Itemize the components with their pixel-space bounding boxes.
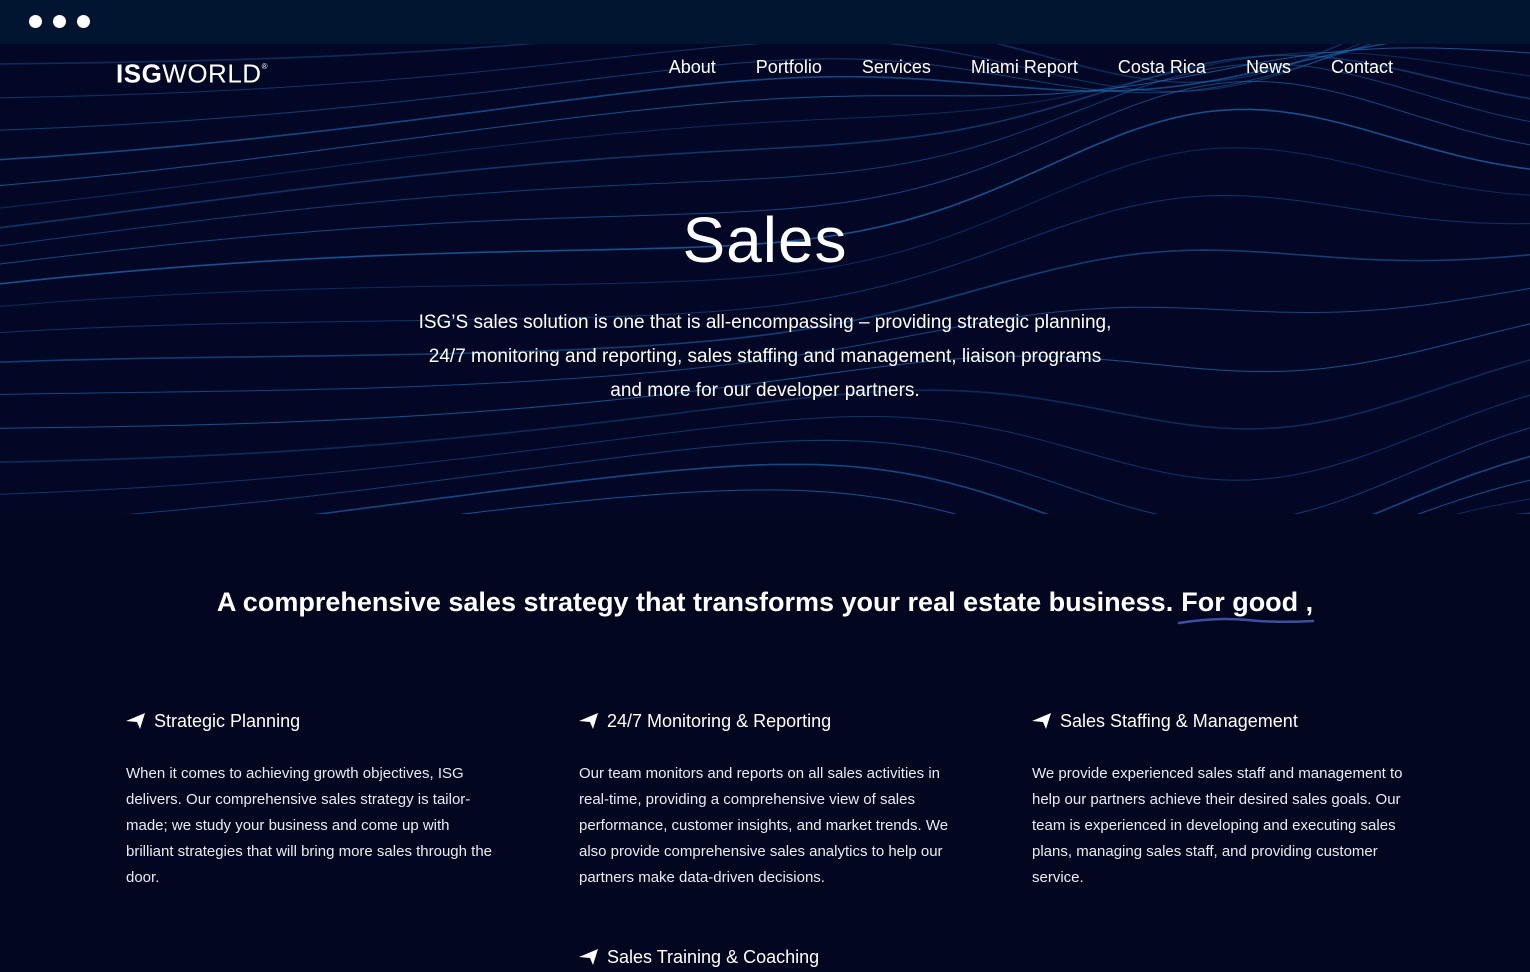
feature-title: Sales Staffing & Management	[1060, 711, 1298, 731]
feature-title: 24/7 Monitoring & Reporting	[607, 711, 832, 731]
arrow-pointer-icon	[126, 713, 145, 729]
feature-title: Strategic Planning	[154, 711, 301, 731]
wave-line	[126, 427, 1530, 514]
site-header: ISGWORLD® About Portfolio Services Miami…	[0, 44, 1530, 104]
arrow-pointer-icon	[1032, 713, 1051, 729]
tagline-text: A comprehensive sales strategy that tran…	[216, 587, 1174, 617]
nav-miami-report[interactable]: Miami Report	[971, 56, 1078, 78]
nav-portfolio[interactable]: Portfolio	[756, 56, 822, 78]
wave-line	[1455, 498, 1530, 514]
feature-heading: Sales Staffing & Management	[1032, 706, 1412, 736]
underline-stroke-icon	[1177, 617, 1315, 625]
arrow-pointer-icon	[579, 713, 598, 729]
nav-services[interactable]: Services	[862, 56, 931, 78]
main-nav: About Portfolio Services Miami Report Co…	[669, 56, 1393, 78]
wave-line	[0, 394, 1530, 495]
feature-description: We provide experienced sales staff and m…	[1032, 765, 1403, 886]
nav-news[interactable]: News	[1246, 56, 1291, 78]
window-dot-icon[interactable]	[77, 15, 90, 28]
feature-heading: 24/7 Monitoring & Reporting	[579, 706, 959, 736]
feature-strategic-planning: Strategic Planning When it comes to achi…	[126, 706, 506, 891]
feature-description: Our team monitors and reports on all sal…	[579, 765, 949, 886]
section-tagline: A comprehensive sales strategy that tran…	[0, 582, 1530, 625]
feature-title: Sales Training & Coaching	[607, 947, 820, 967]
logo-bold-text: ISG	[116, 58, 163, 89]
feature-heading: Strategic Planning	[126, 706, 506, 736]
feature-sales-training: Sales Training & Coaching	[579, 942, 819, 972]
browser-bar	[0, 0, 1530, 44]
window-dot-icon[interactable]	[29, 15, 42, 28]
wave-line	[459, 479, 1530, 514]
tagline-accent: For good ,	[1177, 582, 1315, 625]
window-dot-icon[interactable]	[53, 15, 66, 28]
feature-sales-staffing: Sales Staffing & Management We provide e…	[1032, 706, 1412, 891]
arrow-pointer-icon	[579, 949, 598, 965]
feature-description: When it comes to achieving growth object…	[126, 765, 493, 886]
logo-registered-mark: ®	[261, 62, 268, 71]
nav-contact[interactable]: Contact	[1331, 56, 1393, 78]
page-title: Sales	[682, 204, 848, 276]
logo-light-text: WORLD	[162, 58, 262, 89]
hero-description: ISG’S sales solution is one that is all-…	[418, 312, 1112, 401]
nav-about[interactable]: About	[669, 56, 716, 78]
tagline-accent-text: For good ,	[1181, 587, 1314, 617]
site-logo[interactable]: ISGWORLD®	[116, 56, 268, 89]
feature-monitoring-reporting: 24/7 Monitoring & Reporting Our team mon…	[579, 706, 959, 891]
nav-costa-rica[interactable]: Costa Rica	[1118, 56, 1206, 78]
